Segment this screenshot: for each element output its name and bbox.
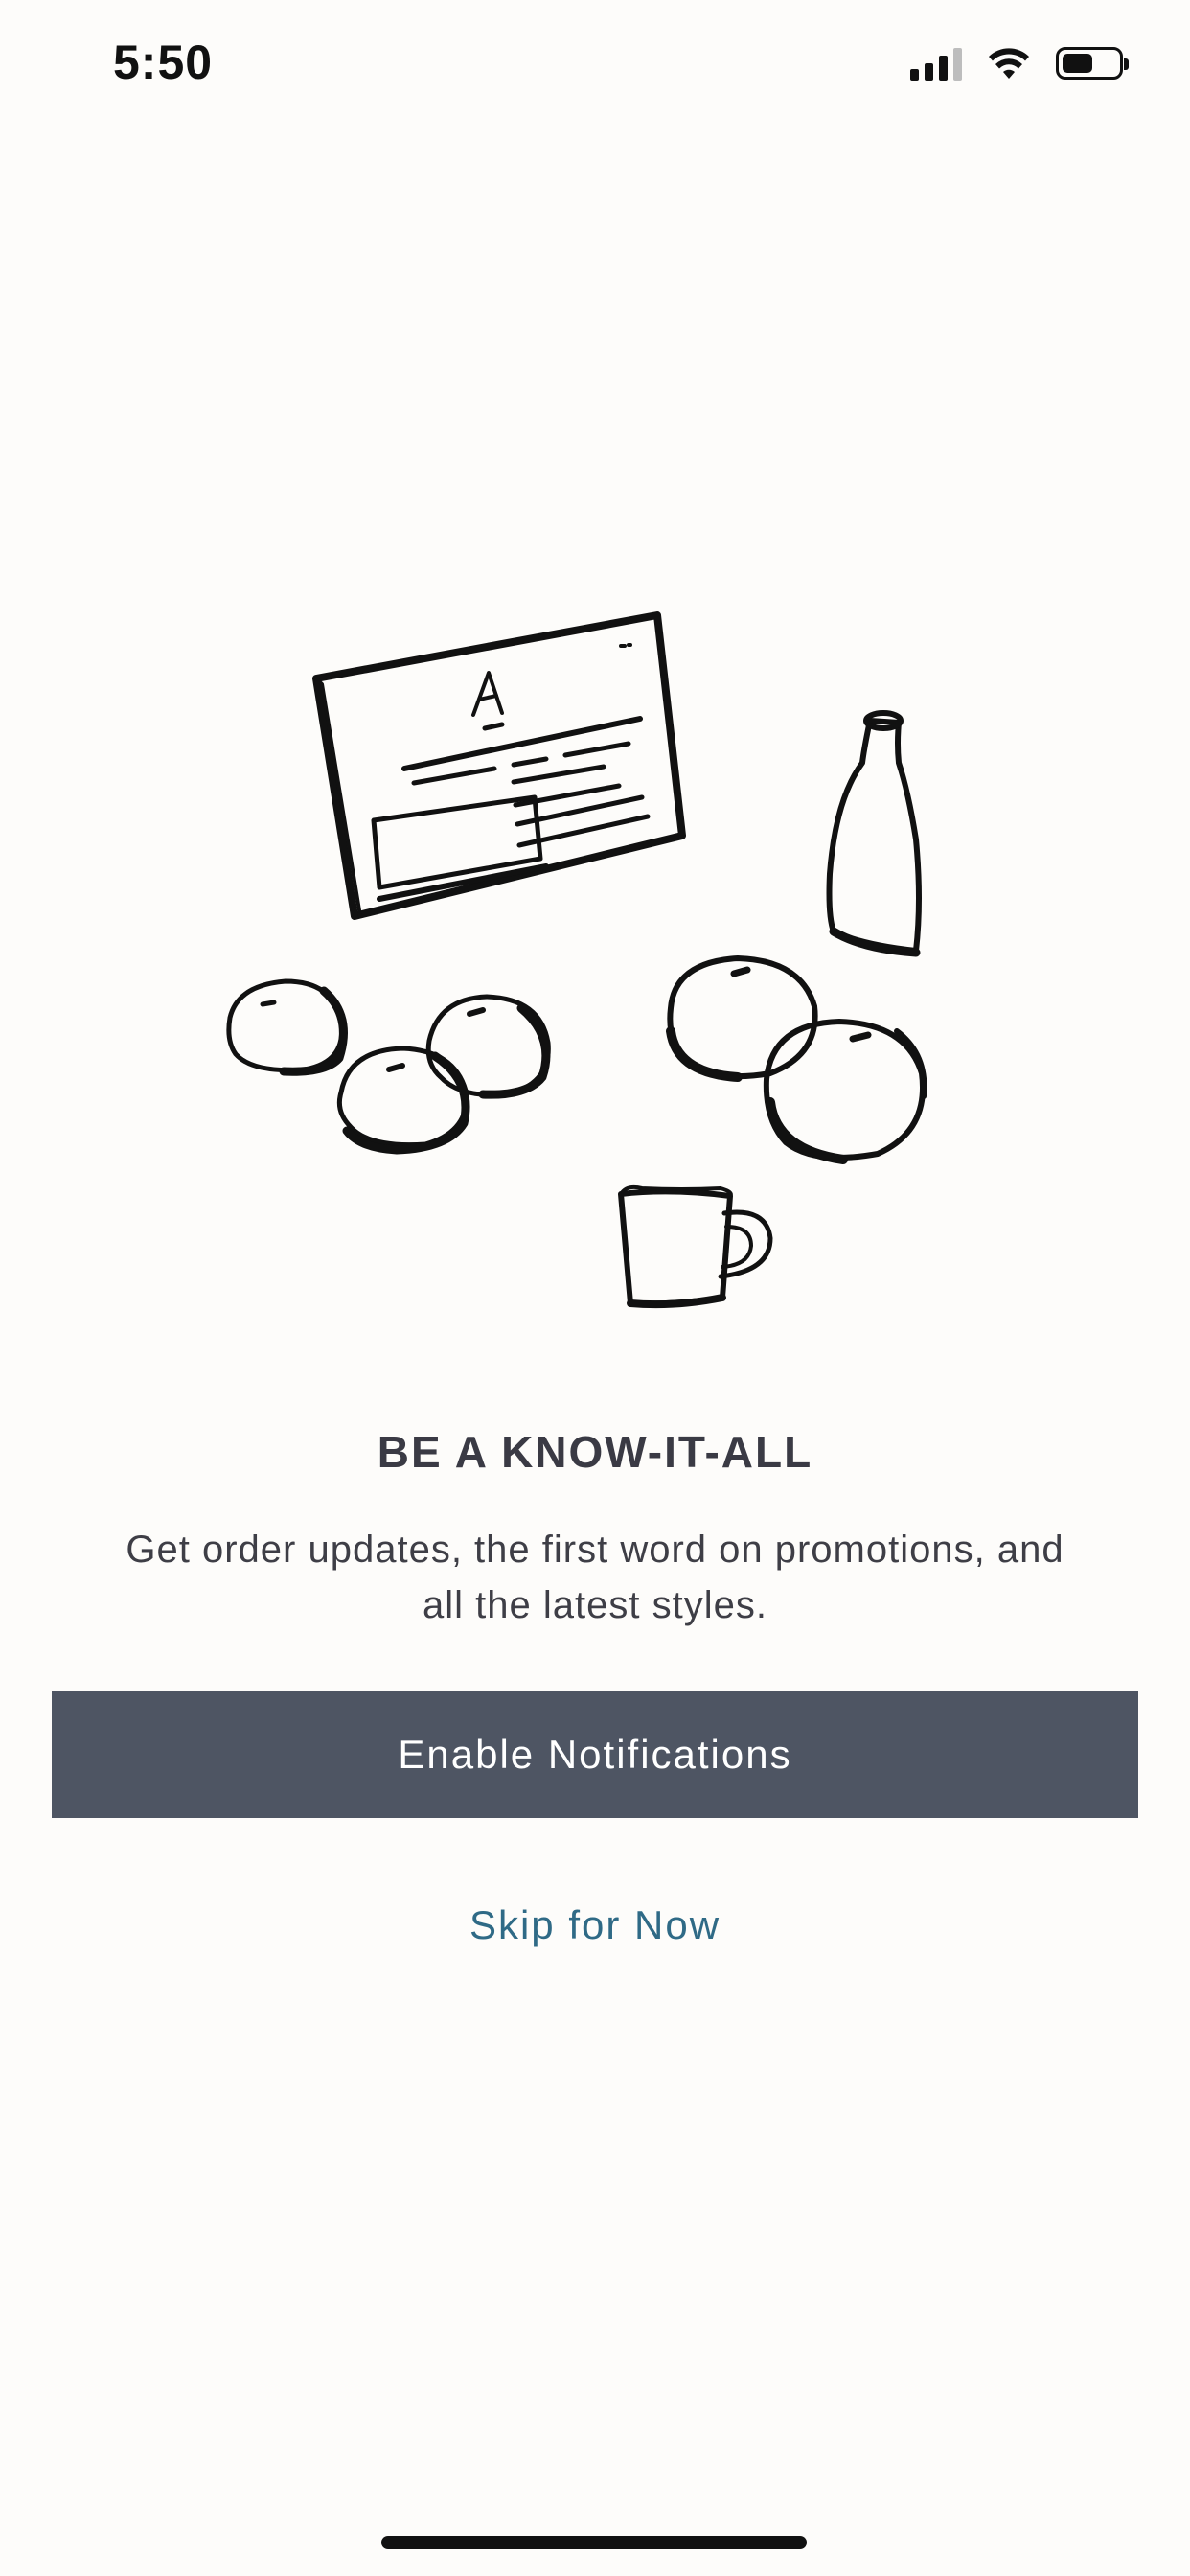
- status-bar: 5:50: [0, 0, 1190, 134]
- description-line-1: Get order updates, the first word on pro…: [126, 1529, 1064, 1571]
- battery-icon: [1056, 47, 1129, 80]
- page-title: BE A KNOW-IT-ALL: [377, 1427, 813, 1477]
- skip-for-now-link[interactable]: Skip for Now: [0, 1902, 1190, 1948]
- wifi-icon: [989, 48, 1029, 79]
- home-indicator[interactable]: [381, 2536, 807, 2549]
- description-line-2: all the latest styles.: [423, 1584, 767, 1626]
- still-life-illustration: [226, 611, 927, 1309]
- cellular-signal-icon: [910, 46, 962, 80]
- battery-level: [1063, 54, 1092, 73]
- status-time: 5:50: [113, 35, 214, 89]
- status-icons: [910, 42, 1129, 84]
- enable-notifications-button[interactable]: Enable Notifications: [52, 1691, 1138, 1818]
- description: Get order updates, the first word on pro…: [57, 1522, 1133, 1633]
